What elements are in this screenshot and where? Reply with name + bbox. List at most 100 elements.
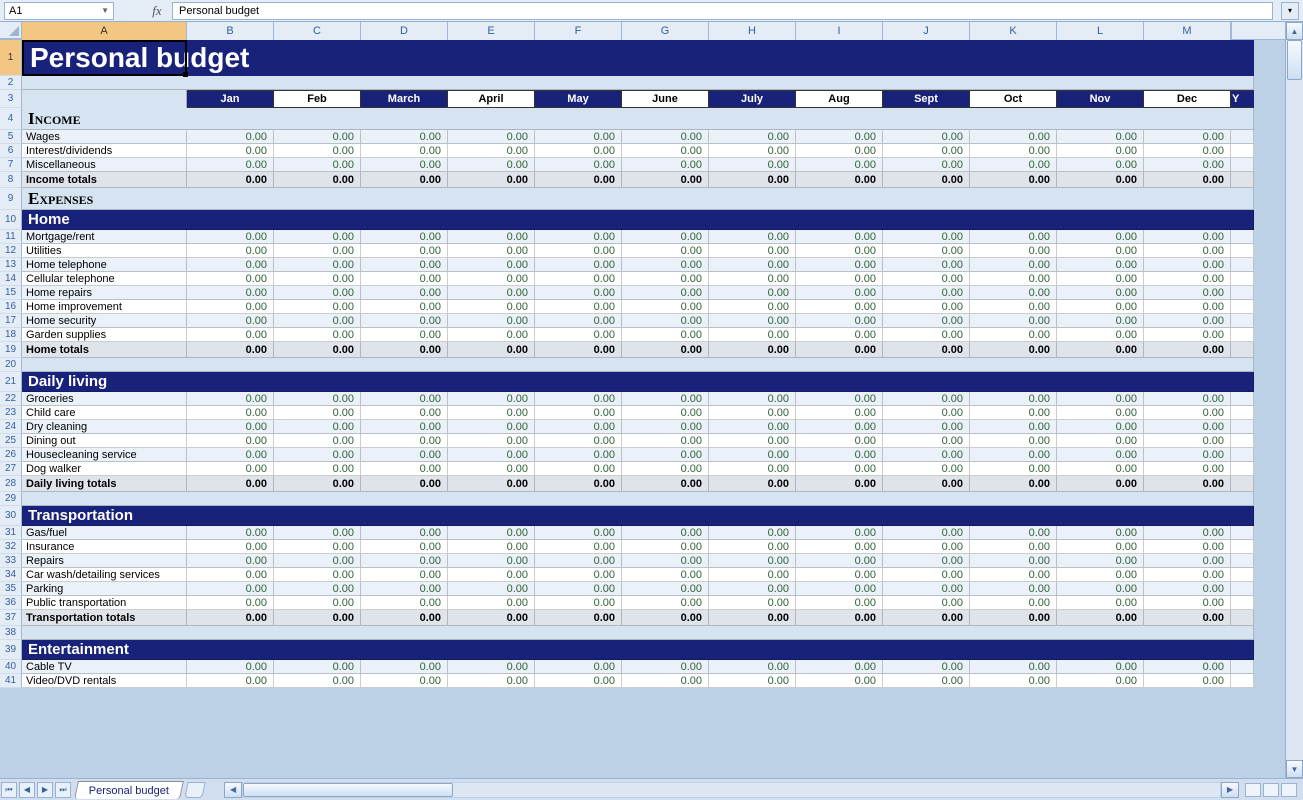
data-cell[interactable]: 0.00 [970, 286, 1057, 300]
row-header-6[interactable]: 6 [0, 144, 22, 158]
data-cell[interactable]: 0.00 [970, 596, 1057, 610]
data-cell[interactable]: 0.00 [1057, 610, 1144, 626]
data-cell[interactable]: 0.00 [448, 286, 535, 300]
data-cell[interactable]: 0.00 [709, 286, 796, 300]
data-cell[interactable]: 0.00 [622, 462, 709, 476]
data-cell[interactable]: 0.00 [361, 674, 448, 688]
data-cell[interactable]: 0.00 [448, 130, 535, 144]
row-label[interactable]: Garden supplies [22, 328, 187, 342]
data-cell[interactable]: 0.00 [622, 144, 709, 158]
data-cell[interactable]: 0.00 [1144, 660, 1231, 674]
data-cell[interactable]: 0.00 [535, 660, 622, 674]
data-cell[interactable]: 0.00 [1057, 258, 1144, 272]
data-cell[interactable]: 0.00 [796, 462, 883, 476]
data-cell[interactable]: 0.00 [622, 172, 709, 188]
data-cell[interactable]: 0.00 [361, 272, 448, 286]
data-cell[interactable]: 0.00 [448, 342, 535, 358]
data-cell[interactable]: 0.00 [187, 596, 274, 610]
month-header-feb[interactable]: Feb [274, 90, 361, 108]
data-cell[interactable]: 0.00 [448, 314, 535, 328]
column-header-M[interactable]: M [1144, 22, 1231, 40]
row-label[interactable]: Income totals [22, 172, 187, 188]
row-header-27[interactable]: 27 [0, 462, 22, 476]
data-cell[interactable]: 0.00 [274, 434, 361, 448]
data-cell[interactable]: 0.00 [448, 596, 535, 610]
data-cell[interactable]: 0.00 [709, 610, 796, 626]
data-cell[interactable]: 0.00 [796, 568, 883, 582]
data-cell[interactable]: 0.00 [448, 158, 535, 172]
data-cell[interactable]: 0.00 [622, 158, 709, 172]
row-label[interactable]: Wages [22, 130, 187, 144]
month-header-blank[interactable] [22, 90, 187, 108]
data-cell[interactable]: 0.00 [796, 526, 883, 540]
row-label[interactable]: Dog walker [22, 462, 187, 476]
data-cell[interactable]: 0.00 [187, 272, 274, 286]
data-cell-trail[interactable] [1231, 526, 1254, 540]
data-cell[interactable]: 0.00 [535, 568, 622, 582]
data-cell[interactable]: 0.00 [535, 300, 622, 314]
data-cell[interactable]: 0.00 [1144, 158, 1231, 172]
data-cell[interactable]: 0.00 [796, 328, 883, 342]
data-cell[interactable]: 0.00 [274, 660, 361, 674]
data-cell[interactable]: 0.00 [187, 448, 274, 462]
data-cell[interactable]: 0.00 [361, 420, 448, 434]
group-header-home[interactable]: Home [22, 210, 1254, 230]
fx-icon[interactable]: fx [146, 3, 168, 19]
data-cell[interactable]: 0.00 [535, 314, 622, 328]
data-cell[interactable]: 0.00 [622, 420, 709, 434]
data-cell[interactable]: 0.00 [1057, 286, 1144, 300]
new-sheet-button[interactable] [184, 782, 205, 798]
data-cell[interactable]: 0.00 [187, 328, 274, 342]
data-cell[interactable]: 0.00 [883, 582, 970, 596]
row-header-7[interactable]: 7 [0, 158, 22, 172]
column-header-D[interactable]: D [361, 22, 448, 40]
row-header-14[interactable]: 14 [0, 272, 22, 286]
row-header-36[interactable]: 36 [0, 596, 22, 610]
data-cell[interactable]: 0.00 [361, 230, 448, 244]
data-cell[interactable]: 0.00 [274, 342, 361, 358]
data-cell[interactable]: 0.00 [1144, 258, 1231, 272]
row-header-24[interactable]: 24 [0, 420, 22, 434]
data-cell[interactable]: 0.00 [361, 526, 448, 540]
group-header-transport[interactable]: Transportation [22, 506, 1254, 526]
data-cell[interactable]: 0.00 [274, 448, 361, 462]
data-cell[interactable]: 0.00 [535, 596, 622, 610]
data-cell-trail[interactable] [1231, 596, 1254, 610]
data-cell-trail[interactable] [1231, 462, 1254, 476]
data-cell[interactable]: 0.00 [970, 272, 1057, 286]
column-header-E[interactable]: E [448, 22, 535, 40]
data-cell[interactable]: 0.00 [709, 462, 796, 476]
data-cell[interactable]: 0.00 [187, 582, 274, 596]
data-cell[interactable]: 0.00 [796, 540, 883, 554]
data-cell[interactable]: 0.00 [274, 554, 361, 568]
data-cell[interactable]: 0.00 [622, 540, 709, 554]
data-cell[interactable]: 0.00 [709, 130, 796, 144]
data-cell-trail[interactable] [1231, 286, 1254, 300]
data-cell[interactable]: 0.00 [448, 448, 535, 462]
data-cell[interactable]: 0.00 [1144, 328, 1231, 342]
row-header-10[interactable]: 10 [0, 210, 22, 230]
data-cell[interactable]: 0.00 [1057, 172, 1144, 188]
data-cell[interactable]: 0.00 [274, 328, 361, 342]
data-cell[interactable]: 0.00 [535, 230, 622, 244]
row-label[interactable]: Repairs [22, 554, 187, 568]
data-cell[interactable]: 0.00 [796, 448, 883, 462]
data-cell[interactable]: 0.00 [448, 582, 535, 596]
data-cell[interactable]: 0.00 [1057, 342, 1144, 358]
data-cell[interactable]: 0.00 [622, 674, 709, 688]
data-cell[interactable]: 0.00 [709, 230, 796, 244]
data-cell[interactable]: 0.00 [187, 540, 274, 554]
row-header-31[interactable]: 31 [0, 526, 22, 540]
data-cell[interactable]: 0.00 [796, 392, 883, 406]
data-cell[interactable]: 0.00 [1144, 554, 1231, 568]
month-header-july[interactable]: July [709, 90, 796, 108]
data-cell[interactable]: 0.00 [274, 526, 361, 540]
row-header-29[interactable]: 29 [0, 492, 22, 506]
scroll-left-button[interactable]: ◀ [224, 782, 242, 798]
data-cell[interactable]: 0.00 [1144, 420, 1231, 434]
data-cell[interactable]: 0.00 [796, 674, 883, 688]
data-cell[interactable]: 0.00 [535, 554, 622, 568]
data-cell[interactable]: 0.00 [622, 230, 709, 244]
name-box[interactable]: A1 ▼ [4, 2, 114, 20]
row-header-12[interactable]: 12 [0, 244, 22, 258]
